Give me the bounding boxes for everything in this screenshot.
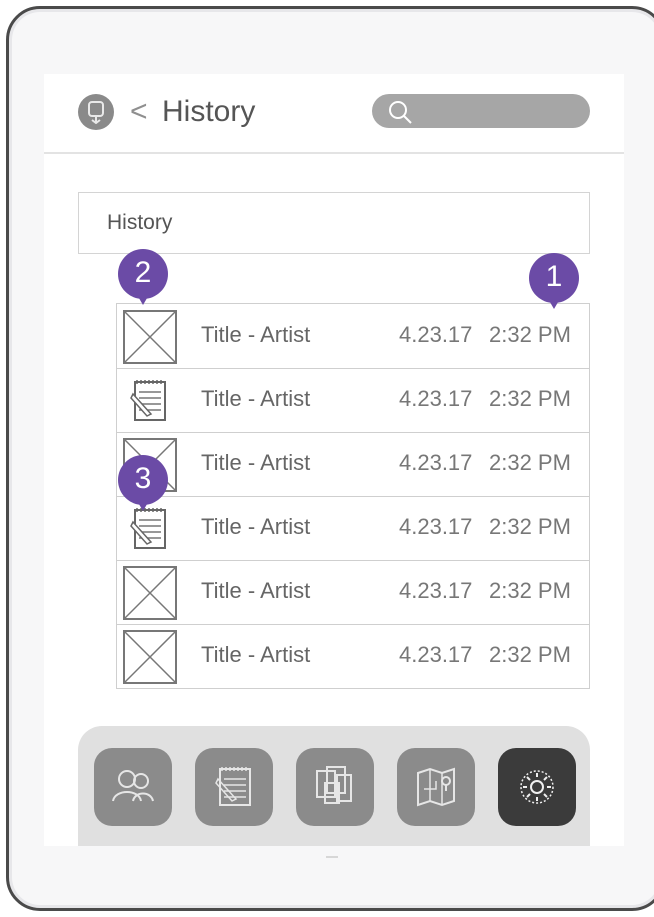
section-title: History bbox=[107, 211, 173, 234]
annotation-callout-3: 3 bbox=[118, 455, 168, 511]
bottom-dock bbox=[78, 726, 590, 846]
row-date: 4.23.17 bbox=[399, 450, 473, 475]
section-header-box: History bbox=[78, 192, 590, 254]
row-time: 2:32 PM bbox=[489, 322, 571, 347]
image-placeholder-icon bbox=[123, 566, 177, 620]
row-title: Title - Artist bbox=[201, 578, 311, 603]
history-row[interactable]: Title - Artist 4.23.17 2:32 PM bbox=[117, 560, 589, 625]
home-indicator bbox=[326, 856, 338, 858]
notepad-icon bbox=[215, 767, 251, 806]
history-row[interactable]: Title - Artist 4.23.17 2:32 PM bbox=[117, 432, 589, 497]
history-row[interactable]: Title - Artist 4.23.17 2:32 PM bbox=[117, 496, 589, 561]
microphone-tag-icon bbox=[88, 101, 104, 124]
history-list: Title - Artist 4.23.17 2:32 PM Title - A… bbox=[116, 303, 590, 689]
notepad-icon bbox=[130, 380, 166, 421]
row-date: 4.23.17 bbox=[399, 642, 473, 667]
settings-gear-icon bbox=[520, 770, 554, 804]
settings-button[interactable] bbox=[498, 748, 576, 826]
people-icon bbox=[112, 770, 154, 802]
search-input[interactable] bbox=[372, 94, 590, 128]
top-bar: < History bbox=[44, 74, 624, 154]
image-placeholder-icon bbox=[123, 310, 177, 364]
map-icon bbox=[417, 767, 455, 807]
row-title: Title - Artist bbox=[201, 386, 311, 411]
row-time: 2:32 PM bbox=[489, 578, 571, 603]
map-button[interactable] bbox=[397, 748, 475, 826]
annotation-callout-1: 1 bbox=[529, 253, 579, 309]
row-date: 4.23.17 bbox=[399, 514, 473, 539]
row-title: Title - Artist bbox=[201, 450, 311, 475]
row-time: 2:32 PM bbox=[489, 642, 571, 667]
search-icon bbox=[389, 101, 412, 124]
row-title: Title - Artist bbox=[201, 514, 311, 539]
annotation-callout-2: 2 bbox=[118, 249, 168, 305]
gallery-button[interactable] bbox=[296, 748, 374, 826]
gallery-icon bbox=[316, 766, 352, 804]
back-button[interactable]: < bbox=[130, 94, 148, 130]
image-placeholder-icon bbox=[123, 630, 177, 684]
history-row[interactable]: Title - Artist 4.23.17 2:32 PM bbox=[117, 368, 589, 433]
row-date: 4.23.17 bbox=[399, 578, 473, 603]
notes-button[interactable] bbox=[195, 748, 273, 826]
history-row[interactable]: Title - Artist 4.23.17 2:32 PM bbox=[117, 304, 589, 369]
app-logo-badge bbox=[78, 94, 114, 130]
page-title: History bbox=[162, 95, 256, 128]
row-date: 4.23.17 bbox=[399, 322, 473, 347]
history-row[interactable]: Title - Artist 4.23.17 2:32 PM bbox=[117, 624, 589, 688]
notepad-icon bbox=[130, 508, 166, 549]
row-title: Title - Artist bbox=[201, 642, 311, 667]
row-title: Title - Artist bbox=[201, 322, 311, 347]
row-time: 2:32 PM bbox=[489, 450, 571, 475]
row-time: 2:32 PM bbox=[489, 386, 571, 411]
row-date: 4.23.17 bbox=[399, 386, 473, 411]
people-button[interactable] bbox=[94, 748, 172, 826]
row-time: 2:32 PM bbox=[489, 514, 571, 539]
